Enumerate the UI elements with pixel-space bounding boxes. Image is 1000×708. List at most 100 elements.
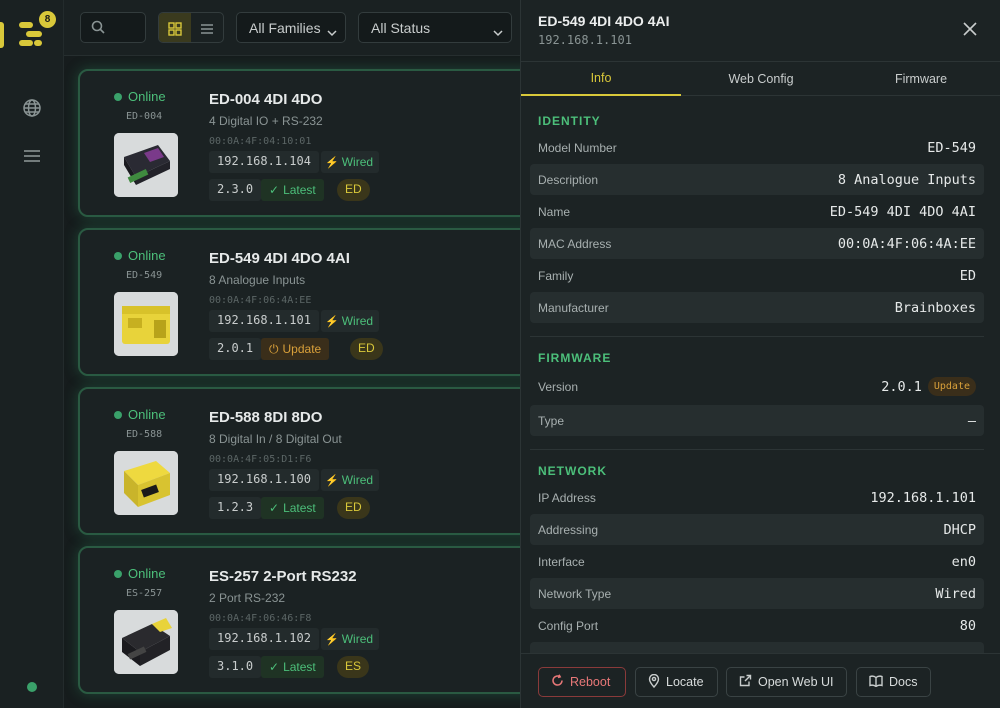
- grid-view-button[interactable]: [159, 13, 191, 42]
- device-detail-drawer: ED-549 4DI 4DO 4AI 192.168.1.101 Info We…: [520, 0, 1000, 708]
- device-count-badge: 8: [39, 11, 56, 28]
- ethernet-icon: ⚡: [325, 474, 339, 487]
- device-ip[interactable]: 192.168.1.101: [209, 310, 319, 332]
- ethernet-icon: ⚡: [325, 315, 339, 328]
- family-filter-select[interactable]: All Families: [236, 12, 346, 43]
- firmware-status-badge: ✓ Latest: [261, 179, 324, 201]
- device-list: Online ED-004 ED-004 4DI 4DO 4 Digital I…: [64, 56, 520, 708]
- firmware-heading: FIRMWARE: [538, 351, 612, 365]
- network-type-badge: ⚡ Wired: [321, 310, 380, 332]
- reboot-button[interactable]: Reboot: [538, 667, 626, 697]
- family-badge: ED: [350, 338, 383, 360]
- device-card[interactable]: Online ED-004 ED-004 4DI 4DO 4 Digital I…: [78, 69, 520, 217]
- drawer-footer: Reboot Locate Open Web UI Docs: [521, 653, 1000, 708]
- menu-icon[interactable]: [21, 145, 43, 167]
- family-badge: ED: [337, 179, 370, 201]
- info-row: Type —: [530, 405, 984, 436]
- device-mac: 00:0A:4F:04:10:01: [209, 136, 312, 147]
- device-title: ES-257 2-Port RS232: [209, 568, 357, 585]
- device-description: 2 Port RS-232: [209, 591, 286, 605]
- info-row: Name ED-549 4DI 4DO 4AI: [538, 203, 976, 220]
- device-model: ED-588: [126, 429, 163, 440]
- device-ip[interactable]: 192.168.1.102: [209, 628, 319, 650]
- nav-rail: 8: [0, 0, 64, 708]
- device-card[interactable]: Online ED-588 ED-588 8DI 8DO 8 Digital I…: [78, 387, 520, 535]
- external-link-icon: [739, 674, 752, 690]
- device-card[interactable]: Online ED-549 ED-549 4DI 4DO 4AI 8 Analo…: [78, 228, 520, 376]
- info-row: Config Port 80: [538, 617, 976, 634]
- locate-button[interactable]: Locate: [635, 667, 718, 697]
- drawer-subtitle: 192.168.1.101: [538, 33, 632, 47]
- device-card[interactable]: Online ES-257 ES-257 2-Port RS232 2 Port…: [78, 546, 520, 694]
- refresh-icon: [551, 674, 564, 690]
- list-view-button[interactable]: [191, 13, 223, 42]
- device-model: ED-004: [126, 111, 163, 122]
- device-mac: 00:0A:4F:05:D1:F6: [209, 454, 312, 465]
- tab-info[interactable]: Info: [521, 62, 681, 96]
- family-badge: ED: [337, 497, 370, 519]
- status-indicator: Online: [114, 566, 166, 581]
- check-icon: ✓: [269, 501, 280, 515]
- check-icon: ✓: [269, 660, 280, 674]
- info-row: Description 8 Analogue Inputs: [530, 164, 984, 195]
- list-icon: [201, 23, 213, 34]
- view-toggle: [158, 12, 224, 43]
- ethernet-icon: ⚡: [325, 633, 339, 646]
- open-web-ui-button[interactable]: Open Web UI: [726, 667, 847, 697]
- device-mac: 00:0A:4F:06:4A:EE: [209, 295, 312, 306]
- firmware-version: 3.1.0: [209, 656, 262, 678]
- network-heading: NETWORK: [538, 464, 607, 478]
- info-row: Interface en0: [538, 553, 976, 570]
- device-image: [114, 451, 178, 515]
- tab-firmware[interactable]: Firmware: [841, 62, 1000, 96]
- info-row: Addressing DHCP: [530, 514, 984, 545]
- search-input[interactable]: [80, 12, 146, 43]
- device-image: [114, 133, 178, 197]
- firmware-version: 1.2.3: [209, 497, 262, 519]
- device-image: [114, 292, 178, 356]
- device-ip[interactable]: 192.168.1.104: [209, 151, 319, 173]
- device-title: ED-588 8DI 8DO: [209, 409, 323, 426]
- firmware-status-badge: ✓ Latest: [261, 497, 324, 519]
- info-row: Manufacturer Brainboxes: [530, 292, 984, 323]
- info-row: Family ED: [538, 267, 976, 284]
- status-filter-select[interactable]: All Status: [358, 12, 512, 43]
- connection-status-dot: [27, 682, 37, 692]
- update-badge[interactable]: Update: [927, 377, 976, 396]
- firmware-version: 2.0.1: [209, 338, 262, 360]
- status-indicator: Online: [114, 407, 166, 422]
- family-badge: ES: [337, 656, 370, 678]
- docs-button[interactable]: Docs: [856, 667, 931, 697]
- info-row: Version 2.0.1 Update: [530, 371, 984, 402]
- device-description: 8 Digital In / 8 Digital Out: [209, 432, 342, 446]
- active-indicator: [0, 22, 4, 48]
- status-indicator: Online: [114, 248, 166, 263]
- globe-icon[interactable]: [21, 97, 43, 119]
- device-image: [114, 610, 178, 674]
- chevron-down-icon: [327, 24, 337, 40]
- info-row: IP Address 192.168.1.101: [538, 489, 976, 506]
- device-ip[interactable]: 192.168.1.100: [209, 469, 319, 491]
- divider: [530, 336, 984, 337]
- grid-icon: [168, 21, 182, 36]
- firmware-status-badge[interactable]: ⏻ Update: [261, 338, 330, 360]
- device-title: ED-004 4DI 4DO: [209, 91, 323, 108]
- info-row: Network Type Wired: [530, 578, 984, 609]
- device-model: ED-549: [126, 270, 163, 281]
- device-model: ES-257: [126, 588, 163, 599]
- device-mac: 00:0A:4F:06:46:F8: [209, 613, 312, 624]
- toolbar: All Families All Status: [64, 0, 520, 56]
- divider: [530, 449, 984, 450]
- tab-web-config[interactable]: Web Config: [681, 62, 841, 96]
- info-row-partial: [530, 642, 984, 653]
- device-description: 8 Analogue Inputs: [209, 273, 306, 287]
- ethernet-icon: ⚡: [325, 156, 339, 169]
- status-indicator: Online: [114, 89, 166, 104]
- info-row: Model Number ED-549: [538, 139, 976, 156]
- network-type-badge: ⚡ Wired: [321, 469, 380, 491]
- drawer-tabs: Info Web Config Firmware: [521, 61, 1000, 96]
- device-description: 4 Digital IO + RS-232: [209, 114, 323, 128]
- drawer-title: ED-549 4DI 4DO 4AI: [538, 13, 670, 29]
- clock-icon: ⏻: [269, 341, 279, 356]
- close-icon[interactable]: [961, 20, 979, 38]
